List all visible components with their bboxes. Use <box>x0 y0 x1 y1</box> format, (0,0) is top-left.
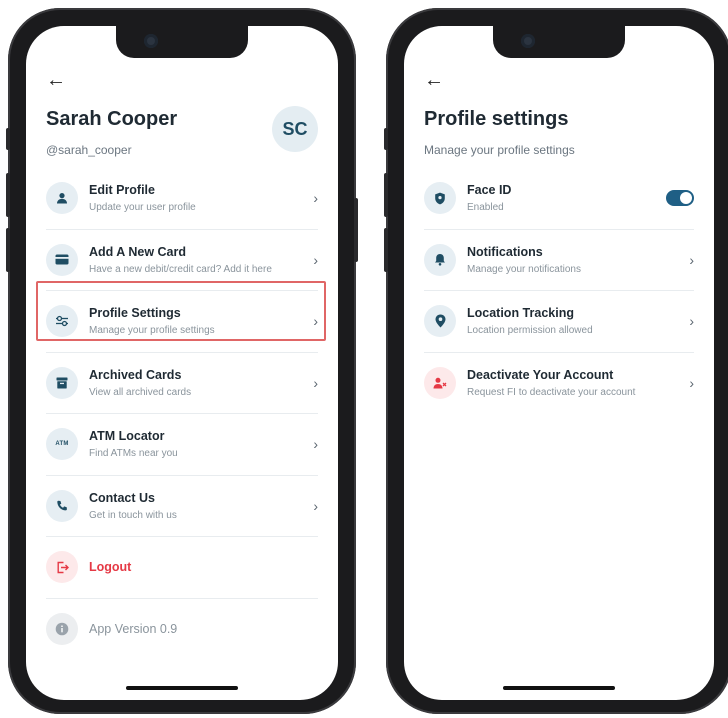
menu-item-title: Add A New Card <box>89 244 186 259</box>
page-title: Profile settings <box>424 108 569 130</box>
settings-item-subtitle: Request FI to deactivate your account <box>467 387 636 399</box>
chevron-right-icon: › <box>689 251 694 268</box>
notch <box>493 26 625 58</box>
chevron-right-icon: › <box>313 374 318 391</box>
menu-item-subtitle: Get in touch with us <box>89 509 177 521</box>
menu-item-title: Contact Us <box>89 490 155 505</box>
settings-item-deactivate-account[interactable]: Deactivate Your Account Request FI to de… <box>424 353 694 415</box>
settings-screen: ← Profile settings Manage your profile s… <box>404 26 714 700</box>
mute-switch <box>384 128 388 150</box>
menu-item-subtitle: Update your user profile <box>89 202 196 214</box>
user-icon <box>46 182 78 215</box>
settings-item-subtitle: Enabled <box>467 202 504 214</box>
menu-item-subtitle: Find ATMs near you <box>89 448 178 460</box>
menu-item-title: Archived Cards <box>89 367 182 382</box>
logout-icon <box>46 551 78 584</box>
volume-down-button <box>384 228 388 272</box>
highlight-box-profile-settings <box>36 281 326 341</box>
settings-item-location-tracking[interactable]: Location Tracking Location permission al… <box>424 291 694 353</box>
power-button <box>354 198 358 262</box>
phone-frame-profile: ← Sarah Cooper @sarah_cooper SC Edit Pro… <box>6 8 358 714</box>
home-indicator[interactable] <box>503 686 615 690</box>
atm-icon-text: ATM <box>55 441 69 448</box>
phone-frame-settings: ← Profile settings Manage your profile s… <box>384 8 728 714</box>
location-pin-icon <box>424 305 456 338</box>
home-indicator[interactable] <box>126 686 238 690</box>
back-button[interactable]: ← <box>46 70 66 90</box>
settings-item-title: Location Tracking <box>467 306 574 321</box>
menu-item-title: ATM Locator <box>89 429 165 444</box>
arrow-left-icon: ← <box>46 69 66 91</box>
settings-item-subtitle: Location permission allowed <box>467 325 593 337</box>
app-version-row: App Version 0.9 <box>46 599 318 661</box>
chevron-right-icon: › <box>313 436 318 453</box>
menu-item-subtitle: Have a new debit/credit card? Add it her… <box>89 263 272 275</box>
settings-item-notifications[interactable]: Notifications Manage your notifications … <box>424 230 694 291</box>
page-subtitle: Manage your profile settings <box>424 143 575 157</box>
phone-icon <box>46 489 78 522</box>
settings-menu: Face ID Enabled Notifications Manage you… <box>424 168 694 414</box>
volume-up-button <box>384 173 388 217</box>
app-version-label: App Version 0.9 <box>89 622 178 637</box>
settings-item-title: Deactivate Your Account <box>467 368 614 383</box>
back-button[interactable]: ← <box>424 70 444 90</box>
camera-icon <box>144 34 158 48</box>
arrow-left-icon: ← <box>424 69 444 91</box>
chevron-right-icon: › <box>313 251 318 268</box>
settings-item-title: Notifications <box>467 244 543 259</box>
chevron-right-icon: › <box>313 497 318 514</box>
menu-item-archived-cards[interactable]: Archived Cards View all archived cards › <box>46 353 318 414</box>
settings-item-title: Face ID <box>467 183 512 198</box>
credit-card-icon <box>46 243 78 276</box>
shield-icon <box>424 182 456 215</box>
chevron-right-icon: › <box>313 190 318 207</box>
volume-down-button <box>6 228 10 272</box>
logout-button[interactable]: Logout <box>46 537 318 599</box>
user-handle: @sarah_cooper <box>46 143 132 157</box>
notch <box>116 26 248 58</box>
logout-label: Logout <box>89 560 132 575</box>
profile-menu: Edit Profile Update your user profile › … <box>46 168 318 660</box>
volume-up-button <box>6 173 10 217</box>
chevron-right-icon: › <box>689 313 694 330</box>
settings-item-face-id[interactable]: Face ID Enabled <box>424 168 694 230</box>
toggle-knob <box>680 192 692 205</box>
avatar[interactable]: SC <box>272 106 318 152</box>
camera-icon <box>521 34 535 48</box>
chevron-right-icon: › <box>689 375 694 392</box>
settings-item-subtitle: Manage your notifications <box>467 263 581 275</box>
menu-item-title: Edit Profile <box>89 183 155 198</box>
menu-item-edit-profile[interactable]: Edit Profile Update your user profile › <box>46 168 318 230</box>
info-icon <box>46 613 78 646</box>
atm-icon: ATM <box>46 428 78 461</box>
face-id-toggle[interactable] <box>666 190 694 207</box>
menu-item-contact-us[interactable]: Contact Us Get in touch with us › <box>46 476 318 537</box>
menu-item-subtitle: View all archived cards <box>89 386 192 398</box>
menu-item-atm-locator[interactable]: ATM ATM Locator Find ATMs near you › <box>46 414 318 476</box>
user-name: Sarah Cooper <box>46 108 178 130</box>
user-remove-icon <box>424 367 456 400</box>
archive-icon <box>46 366 78 399</box>
profile-screen: ← Sarah Cooper @sarah_cooper SC Edit Pro… <box>26 26 338 700</box>
mute-switch <box>6 128 10 150</box>
bell-icon <box>424 243 456 276</box>
